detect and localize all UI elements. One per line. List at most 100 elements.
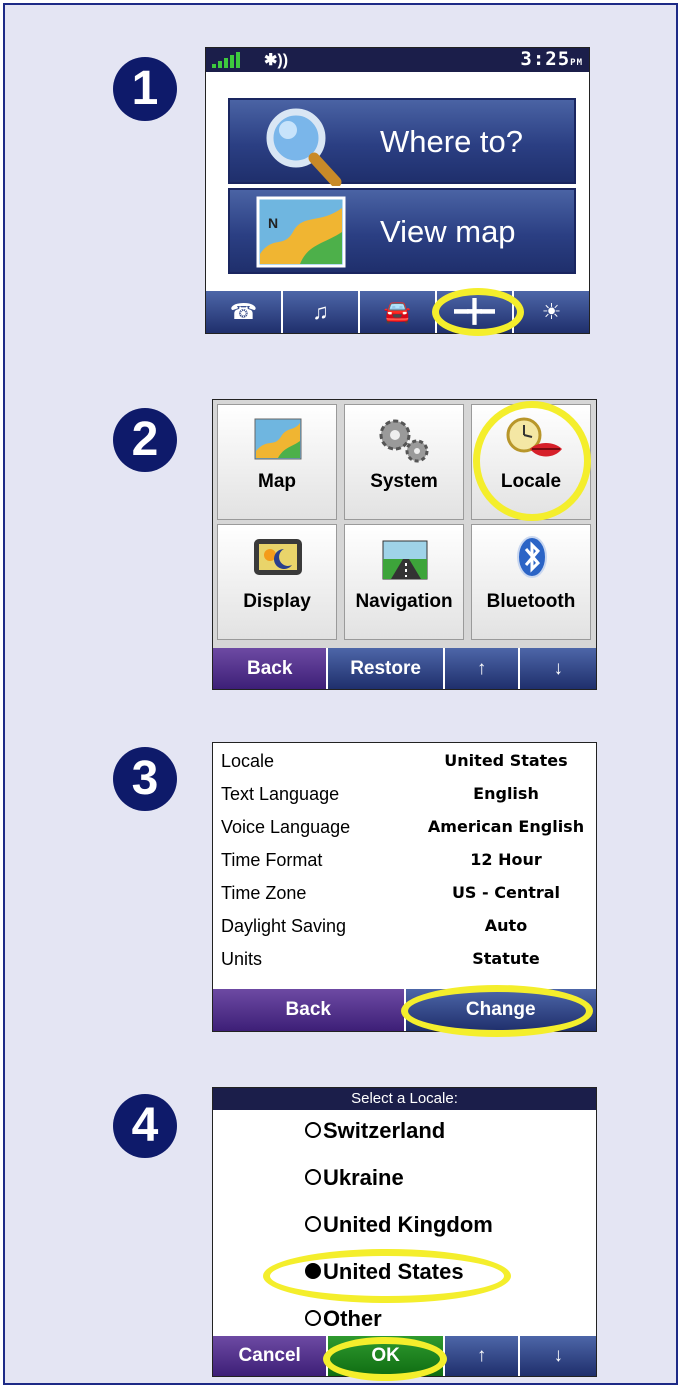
locale-settings-screen: Locale United States Text Language English… [212,742,597,1032]
settings-screen: Map System Locale Display Navigation Blu… [212,399,597,690]
setting-value: United States [444,751,568,770]
bluetooth-tile-label: Bluetooth [486,591,576,612]
locale-tile[interactable]: Locale [471,404,591,520]
change-button[interactable]: Change [405,989,596,1031]
cancel-button[interactable]: Cancel [213,1336,329,1376]
scroll-up-button[interactable]: ↑ [444,1336,521,1376]
setting-value: Auto [484,916,528,935]
view-map-label: View map [380,214,516,249]
map-tile[interactable]: Map [217,404,337,520]
navigation-tile[interactable]: Navigation [344,524,464,640]
where-to-button[interactable]: Where to? [228,98,576,186]
setting-value: English [473,784,539,803]
option-label: Ukraine [323,1165,404,1190]
setting-value: American English [427,817,585,836]
display-tile[interactable]: Display [217,524,337,640]
radio-icon [305,1310,321,1327]
svg-text:N: N [268,215,278,231]
clock: 3:25PM [520,48,583,70]
radio-icon [305,1122,321,1139]
locale-toolbar: Back Change [213,989,596,1031]
clock-ampm: PM [570,58,583,68]
step-1-badge: 1 [113,57,177,121]
signal-icon [212,52,240,68]
daylight-saving-row: Daylight Saving Auto [221,910,588,942]
map-tile-label: Map [258,471,296,492]
select-locale-screen: Select a Locale: Switzerland Ukraine Uni… [212,1087,597,1377]
music-button[interactable]: ♫ [283,291,360,333]
map-icon: N [256,196,346,268]
display-icon [254,539,302,575]
option-switzerland[interactable]: Switzerland [305,1118,445,1150]
step-4-badge: 4 [113,1094,177,1158]
traffic-button[interactable]: 🚘 [360,291,437,333]
step-3-badge: 3 [113,747,177,811]
scroll-up-button[interactable]: ↑ [444,648,521,689]
traffic-icon: 🚘 [383,299,412,324]
locale-tile-label: Locale [500,471,562,492]
voice-language-row: Voice Language American English [221,811,588,843]
setting-name: Time Zone [221,883,307,903]
setting-name: Time Format [221,850,323,870]
locale-row: Locale United States [221,745,588,777]
bluetooth-tile[interactable]: Bluetooth [471,524,591,640]
phone-button[interactable]: ☎ [206,291,283,333]
option-united-states[interactable]: United States [305,1259,464,1291]
select-locale-toolbar: Cancel OK ↑ ↓ [213,1336,596,1376]
time-format-row: Time Format 12 Hour [221,844,588,876]
display-tile-label: Display [243,591,311,612]
clock-time: 3:25 [520,48,571,70]
option-label: Switzerland [323,1118,446,1143]
home-screen: ✱)) 3:25PM Where to? N View map ☎ ♫ 🚘 ━╋… [205,47,590,334]
bottom-toolbar: ☎ ♫ 🚘 ━╋━ ☀ [206,291,589,333]
option-label: United States [323,1259,464,1284]
radio-icon [305,1216,321,1233]
gears-icon [379,419,429,463]
road-icon [382,540,428,580]
view-map-button[interactable]: N View map [228,188,576,274]
units-row: Units Statute [221,943,588,975]
back-button[interactable]: Back [213,989,406,1031]
restore-button[interactable]: Restore [328,648,445,689]
setting-value: Statute [472,949,540,968]
option-label: Other [323,1306,382,1331]
setting-name: Units [221,949,263,969]
radio-icon [305,1169,321,1186]
map-icon [254,418,302,460]
magnifier-icon [266,108,342,186]
option-ukraine[interactable]: Ukraine [305,1165,404,1197]
instruction-panel: 1 ✱)) 3:25PM Where to? N View map ☎ ♫ 🚘 … [3,3,678,1385]
navigation-tile-label: Navigation [355,591,453,612]
brightness-icon: ☀ [541,299,562,324]
scroll-down-button[interactable]: ↓ [520,648,596,689]
radio-selected-icon [305,1263,321,1280]
setting-name: Daylight Saving [221,916,347,936]
setting-name: Voice Language [221,817,351,837]
system-tile[interactable]: System [344,404,464,520]
bluetooth-icon: ✱)) [264,52,289,69]
ok-button[interactable]: OK [328,1336,445,1376]
music-icon: ♫ [312,299,329,324]
time-zone-row: Time Zone US - Central [221,877,588,909]
settings-toolbar: Back Restore ↑ ↓ [213,648,596,689]
clock-lips-icon [506,417,562,457]
back-button[interactable]: Back [213,648,329,689]
option-other[interactable]: Other [305,1306,382,1338]
setting-name: Text Language [221,784,340,804]
tools-button[interactable]: ━╋━ [437,291,514,333]
setting-value: 12 Hour [470,850,542,869]
system-tile-label: System [370,471,438,492]
brightness-button[interactable]: ☀ [514,291,589,333]
phone-icon: ☎ [229,299,258,324]
setting-name: Locale [221,751,275,771]
bluetooth-icon [517,536,547,578]
setting-value: US - Central [451,883,561,902]
scroll-down-button[interactable]: ↓ [520,1336,596,1376]
text-language-row: Text Language English [221,778,588,810]
step-2-badge: 2 [113,408,177,472]
where-to-label: Where to? [380,124,524,159]
option-label: United Kingdom [323,1212,493,1237]
option-united-kingdom[interactable]: United Kingdom [305,1212,493,1244]
screen-title: Select a Locale: [213,1088,596,1110]
wrench-icon: ━╋━ [454,299,495,324]
